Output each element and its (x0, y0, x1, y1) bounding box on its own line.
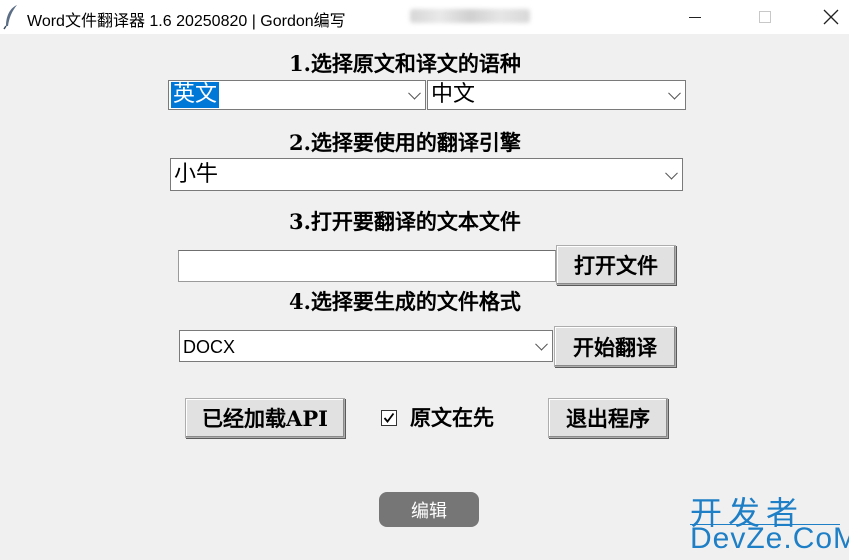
start-translate-button[interactable]: 开始翻译 (554, 326, 676, 367)
source-first-label: 原文在先 (410, 405, 494, 430)
close-button[interactable] (808, 0, 849, 34)
chevron-down-icon (535, 337, 548, 351)
language-section-label: 1.选择原文和译文的语种 (289, 51, 521, 76)
api-loaded-button[interactable]: 已经加载API (185, 398, 345, 438)
checkmark-icon (383, 412, 395, 423)
chevron-down-icon (665, 166, 678, 180)
minimize-button[interactable] (672, 0, 718, 34)
target-language-select[interactable]: 中文 (427, 80, 686, 110)
file-section-label: 3.打开要翻译的文本文件 (289, 209, 521, 234)
engine-section-label: 2.选择要使用的翻译引擎 (289, 130, 521, 155)
format-section-label: 4.选择要生成的文件格式 (289, 289, 521, 314)
maximize-icon (759, 11, 771, 23)
minimize-icon (689, 16, 701, 18)
target-language-value: 中文 (431, 82, 476, 107)
format-select[interactable]: DOCX (179, 330, 553, 362)
source-language-value: 英文 (171, 82, 220, 108)
format-value: DOCX (183, 337, 236, 357)
exit-button[interactable]: 退出程序 (548, 398, 668, 438)
chevron-down-icon (668, 86, 681, 100)
chevron-down-icon (408, 86, 421, 100)
edit-button[interactable]: 编辑 (379, 492, 479, 527)
file-path-input[interactable] (178, 250, 556, 282)
engine-value: 小牛 (174, 162, 219, 187)
open-file-button[interactable]: 打开文件 (556, 245, 676, 285)
window-title: Word文件翻译器 1.6 20250820 | Gordon编写 (27, 13, 346, 30)
watermark-latin: DevZe.CoM (690, 522, 849, 555)
blurred-title-suffix (410, 9, 530, 23)
maximize-button[interactable] (742, 0, 788, 34)
source-language-select[interactable]: 英文 (168, 80, 426, 110)
close-icon (823, 9, 839, 25)
source-first-checkbox[interactable] (381, 410, 397, 426)
feather-icon (3, 5, 17, 30)
engine-select[interactable]: 小牛 (170, 158, 683, 191)
title-bar: Word文件翻译器 1.6 20250820 | Gordon编写 (0, 0, 849, 34)
